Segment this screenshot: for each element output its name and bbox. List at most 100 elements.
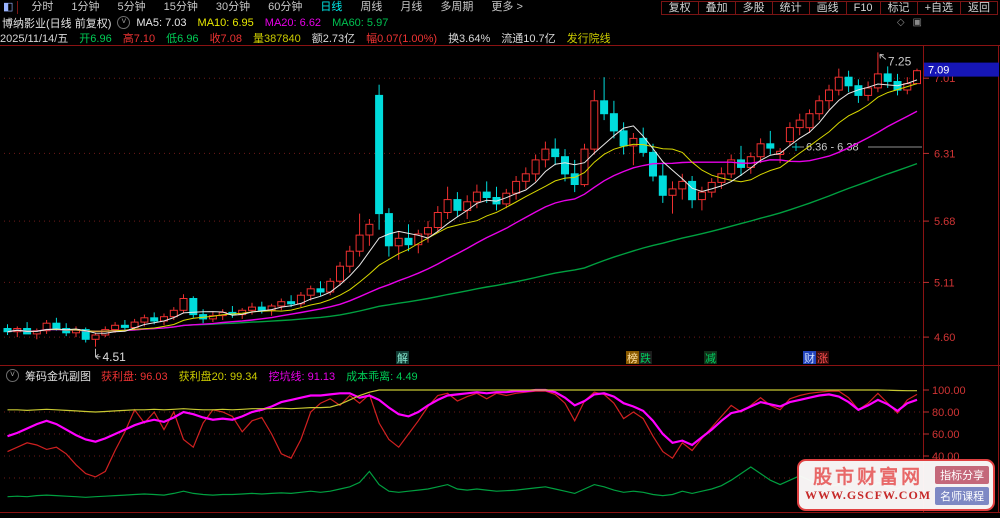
period-tab-0[interactable]: 分时 (22, 0, 62, 15)
period-tab-2[interactable]: 5分钟 (109, 0, 155, 15)
candle (834, 76, 843, 91)
ma-value-1: MA10: 6.95 (197, 16, 254, 29)
toolbar-button-3[interactable]: 统计 (771, 0, 810, 15)
stock-name[interactable]: 博纳影业(日线 前复权) (2, 15, 111, 31)
candle (365, 223, 374, 236)
period-tab-6[interactable]: 日线 (311, 0, 351, 15)
period-tab-10[interactable]: 更多 > (482, 0, 531, 15)
indicator-value-2: 挖坑线: 91.13 (268, 370, 336, 383)
high-callout-arrow (879, 53, 887, 60)
indicator-axis-label: 60.00 (932, 429, 960, 441)
candle (658, 175, 667, 196)
toolbar-buttons: 复权 叠加 多股 统计 画线 F10 标记 +自选 返回 (660, 0, 998, 15)
main-chart-svg[interactable]: 7.016.315.685.114.606.36 - 6.384.517.25解… (0, 45, 1000, 365)
candle (844, 76, 853, 87)
quote-item-3: 低6.96 (166, 32, 199, 45)
toolbar-button-8[interactable]: 返回 (960, 0, 998, 15)
period-toolbar: ◧ 分时 1分钟 5分钟 15分钟 30分钟 60分钟 日线 周线 月线 多周期 更多 > 复权 叠加… (0, 0, 1000, 15)
candle (805, 113, 814, 129)
candle (815, 100, 824, 115)
candle (678, 180, 687, 190)
watermark: 股市财富网 WWW.GSCFW.COM 指标分享 名师课程 (797, 459, 995, 511)
candle (795, 119, 804, 129)
candle (179, 298, 188, 311)
quote-item-1: 开6.96 (79, 32, 112, 45)
candle (472, 191, 481, 203)
candle (316, 288, 325, 293)
price-axis-label: 5.68 (934, 216, 955, 228)
indicator-value-3: 成本乖离: 4.49 (346, 370, 418, 383)
ma20-line (7, 110, 918, 333)
period-tabs: 分时 1分钟 5分钟 15分钟 30分钟 60分钟 日线 周线 月线 多周期 更多 > (22, 0, 531, 15)
period-tab-8[interactable]: 月线 (391, 0, 431, 15)
indicator-value-0: 获利盘: 96.03 (101, 370, 168, 383)
period-tab-9[interactable]: 多周期 (431, 0, 482, 15)
quote-item-2: 高7.10 (122, 32, 156, 45)
toolbar-button-2[interactable]: 多股 (734, 0, 773, 15)
indicator-axis-label: 100.00 (932, 385, 966, 397)
quote-item-0: 2025/11/14/五 (0, 32, 69, 45)
candle (756, 143, 765, 158)
quote-item-7: 幅0.07(1.00%) (366, 32, 438, 45)
quote-item-6: 额2.73亿 (311, 32, 356, 45)
toolbar-button-5[interactable]: F10 (845, 0, 881, 15)
panel-icon[interactable]: ▣ (913, 17, 922, 28)
toolbar-button-1[interactable]: 叠加 (697, 0, 736, 15)
quote-item-10: 发行院线 (566, 32, 611, 45)
candle (619, 130, 628, 147)
candle (785, 127, 794, 143)
period-tab-4[interactable]: 30分钟 (207, 0, 259, 15)
candle (306, 288, 315, 296)
candle (688, 180, 697, 201)
toolbar-divider (17, 1, 19, 14)
indicator-chevron-icon[interactable]: ˅ (6, 369, 19, 382)
window-icon[interactable]: ◧ (3, 0, 13, 15)
main-candlestick-chart[interactable]: 7.01 6.31 5.68 5.11 4.60 6.36 - 6.38 4.51 7.25 解… (0, 45, 1000, 370)
candle (580, 148, 589, 186)
candle (345, 250, 354, 267)
candle (668, 188, 677, 196)
ma-value-0: MA5: 7.03 (136, 16, 187, 29)
quote-item-4: 收7.08 (209, 32, 242, 45)
candle (404, 237, 413, 246)
candle (287, 301, 296, 305)
candle (541, 148, 550, 161)
period-tab-1[interactable]: 1分钟 (62, 0, 108, 15)
toolbar-button-6[interactable]: 标记 (879, 0, 918, 15)
indicator-header: ˅ 筹码金坑副图 获利盘: 96.03 获利盘20: 99.34 挖坑线: 91.1… (0, 366, 1000, 385)
svg-text:解: 解 (397, 351, 408, 365)
period-tab-7[interactable]: 周线 (351, 0, 391, 15)
candle (424, 227, 432, 235)
candle (355, 234, 364, 252)
candle (482, 191, 491, 199)
period-tab-5[interactable]: 60分钟 (259, 0, 311, 15)
candle (551, 148, 560, 158)
toolbar-button-4[interactable]: 画线 (808, 0, 847, 15)
watermark-url: WWW.GSCFW.COM (805, 488, 932, 502)
ma-values: MA5: 7.03 MA10: 6.95 MA20: 6.62 MA60: 5.97 (136, 17, 399, 29)
indicator-line-0 (7, 390, 918, 478)
candle (140, 317, 149, 323)
toolbar-button-0[interactable]: 复权 (660, 0, 699, 15)
svg-text:减: 减 (705, 352, 716, 365)
candle (248, 306, 256, 311)
candle (384, 213, 393, 247)
diamond-icon[interactable]: ◇ (897, 17, 905, 28)
candle (825, 89, 833, 102)
toolbar-button-7[interactable]: +自选 (916, 0, 961, 15)
svg-text:财: 财 (804, 351, 815, 365)
header-right-icons: ◇ ▣ (897, 17, 922, 28)
candle (453, 199, 462, 211)
latest-price-label: 7.09 (928, 65, 949, 77)
candle (120, 324, 129, 328)
candle (336, 265, 344, 282)
quote-item-9: 流通10.7亿 (501, 32, 556, 45)
trading-app-window: ◧ 分时 1分钟 5分钟 15分钟 30分钟 60分钟 日线 周线 月线 多周期 更多 > 复权 叠加… (0, 0, 1000, 515)
chevron-down-icon[interactable]: ˅ (117, 16, 131, 29)
ma5-line (7, 79, 918, 334)
svg-text:榜: 榜 (627, 351, 638, 365)
candle (609, 113, 618, 132)
indicator-title[interactable]: 筹码金坑副图 (25, 368, 91, 384)
period-tab-3[interactable]: 15分钟 (155, 0, 207, 15)
indicator-value-1: 获利盘20: 99.34 (178, 370, 258, 383)
